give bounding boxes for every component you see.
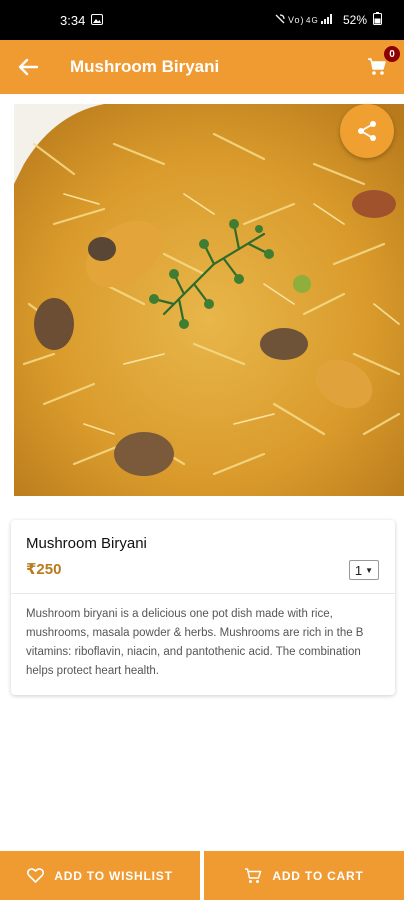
status-left: 3:34 — [60, 12, 104, 28]
gallery-notification-icon — [91, 13, 104, 28]
page-title: Mushroom Biryani — [70, 57, 220, 76]
status-time: 3:34 — [60, 12, 86, 28]
product-card: Mushroom Biryani ₹250 1 ▼ Mushroom birya… — [11, 520, 395, 695]
signal-icons: Vo) 4G — [275, 13, 337, 28]
back-button[interactable] — [0, 40, 56, 94]
arrow-left-icon — [18, 58, 38, 76]
cart-count-badge: 0 — [384, 46, 400, 62]
product-price: ₹250 — [26, 561, 62, 578]
battery-percent: 52% — [342, 13, 367, 27]
cart-button[interactable]: 0 — [350, 40, 404, 94]
svg-text:Vo): Vo) — [288, 15, 305, 25]
share-icon — [358, 121, 376, 141]
bottom-action-bar: ADD TO WISHLIST ADD TO CART — [0, 851, 404, 900]
cart-icon — [368, 58, 386, 75]
share-button[interactable] — [340, 104, 394, 158]
cart-outline-icon — [245, 867, 262, 883]
product-description: Mushroom biryani is a delicious one pot … — [26, 608, 364, 677]
status-right: Vo) 4G 52% — [275, 12, 382, 28]
heart-icon — [27, 868, 45, 883]
svg-text:4G: 4G — [306, 16, 319, 25]
cart-label: ADD TO CART — [272, 868, 364, 883]
status-bar: 3:34 Vo) 4G 52% — [0, 0, 404, 40]
product-name: Mushroom Biryani — [26, 535, 147, 552]
quantity-select[interactable]: 1 ▼ — [349, 560, 379, 580]
product-image — [14, 104, 404, 496]
app-bar: Mushroom Biryani 0 — [0, 40, 404, 94]
dropdown-arrow-icon: ▼ — [365, 565, 374, 575]
wishlist-label: ADD TO WISHLIST — [54, 868, 173, 883]
product-header: Mushroom Biryani ₹250 1 ▼ — [11, 520, 395, 594]
add-to-wishlist-button[interactable]: ADD TO WISHLIST — [0, 851, 200, 900]
battery-icon — [373, 12, 382, 28]
quantity-value: 1 — [354, 562, 363, 578]
add-to-cart-button[interactable]: ADD TO CART — [204, 851, 404, 900]
